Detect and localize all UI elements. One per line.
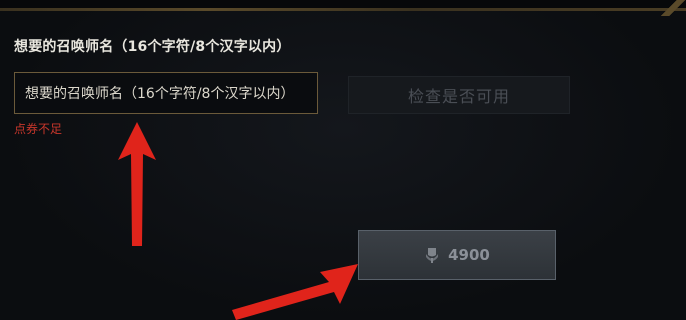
- check-availability-button[interactable]: 检查是否可用: [348, 76, 570, 114]
- annotation-arrow-up-icon: [118, 122, 156, 246]
- rename-panel: 想要的召唤师名（16个字符/8个汉字以内） 检查是否可用 点券不足 4900: [0, 0, 686, 320]
- summoner-name-label: 想要的召唤师名（16个字符/8个汉字以内）: [14, 39, 291, 55]
- summoner-name-input[interactable]: [14, 72, 318, 114]
- annotation-arrow-diagonal-icon: [232, 264, 358, 320]
- purchase-price-button[interactable]: 4900: [358, 230, 556, 280]
- panel-corner-ornament: [660, 0, 686, 16]
- price-value: 4900: [448, 246, 490, 264]
- panel-top-edge: [0, 0, 686, 8]
- panel-border: [0, 8, 686, 11]
- rp-coin-icon: [424, 246, 440, 264]
- insufficient-points-error: 点券不足: [14, 122, 63, 136]
